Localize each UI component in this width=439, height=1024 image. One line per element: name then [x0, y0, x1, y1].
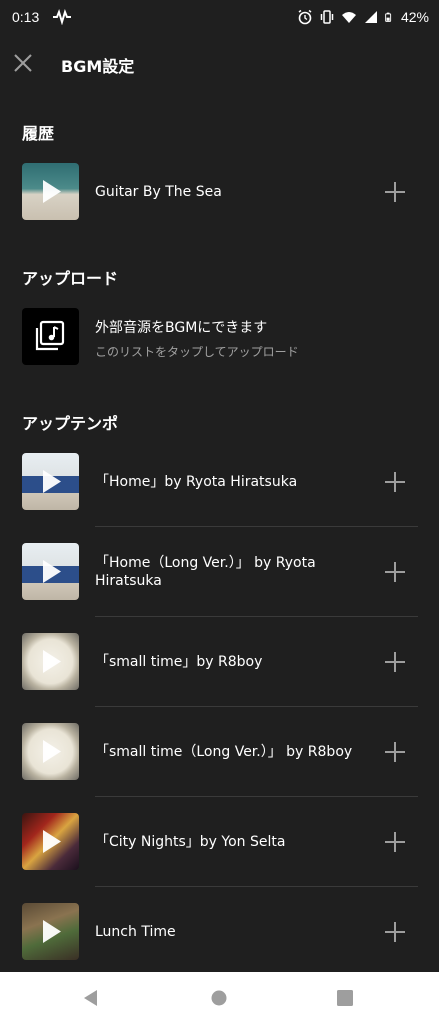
add-icon[interactable] — [383, 830, 407, 854]
wifi-icon — [341, 12, 356, 23]
play-icon — [43, 650, 61, 673]
upload-thumbnail — [22, 308, 79, 365]
track-thumbnail — [22, 813, 79, 870]
track-thumbnail — [22, 723, 79, 780]
header: BGM設定 — [0, 40, 439, 86]
recents-icon[interactable] — [337, 990, 353, 1006]
section-title-up-tempo: アップテンポ — [22, 414, 119, 433]
track-title: 「Home（Long Ver.）」 by Ryota Hiratsuka — [95, 555, 316, 589]
navigation-bar — [0, 972, 439, 1024]
back-icon[interactable] — [82, 989, 100, 1007]
track-title: Guitar By The Sea — [95, 184, 222, 200]
track-thumbnail — [22, 903, 79, 960]
home-icon[interactable] — [211, 990, 227, 1006]
battery-icon — [385, 12, 392, 22]
track-thumbnail — [22, 453, 79, 510]
list-item[interactable]: 「small time」by R8boy — [0, 617, 439, 707]
track-thumbnail — [22, 633, 79, 690]
battery-percent: 42% — [400, 9, 429, 25]
vibrate-icon — [320, 10, 334, 24]
activity-wave-icon — [53, 9, 71, 25]
music-library-icon — [35, 320, 65, 351]
upload-subtitle: このリストをタップしてアップロード — [95, 345, 299, 359]
add-icon[interactable] — [383, 470, 407, 494]
add-icon[interactable] — [383, 650, 407, 674]
section-title-upload: アップロード — [22, 269, 119, 288]
list-item[interactable]: 「Home（Long Ver.）」 by Ryota Hiratsuka — [0, 527, 439, 617]
upload-title: 外部音源をBGMにできます — [95, 320, 268, 336]
section-title-history: 履歴 — [22, 124, 55, 143]
status-time: 0:13 — [12, 9, 40, 25]
upload-item[interactable]: 外部音源をBGMにできます このリストをタップしてアップロード — [0, 292, 439, 382]
track-title: 「Home」by Ryota Hiratsuka — [95, 474, 298, 490]
play-icon — [43, 560, 61, 583]
track-title: 「small time」by R8boy — [95, 654, 263, 670]
status-icons: 42% — [297, 7, 429, 27]
add-icon[interactable] — [383, 180, 407, 204]
signal-icon — [364, 11, 377, 23]
play-icon — [43, 740, 61, 763]
list-item[interactable]: Lunch Time — [0, 887, 439, 977]
add-icon[interactable] — [383, 560, 407, 584]
list-item[interactable]: 「Home」by Ryota Hiratsuka — [0, 437, 439, 527]
status-bar: 0:13 42% — [0, 0, 439, 34]
alarm-icon — [298, 9, 312, 25]
list-item[interactable]: 「City Nights」by Yon Selta — [0, 797, 439, 887]
list-item[interactable]: Guitar By The Sea — [0, 147, 439, 237]
play-icon — [43, 830, 61, 853]
track-thumbnail — [22, 543, 79, 600]
play-icon — [43, 470, 61, 493]
track-title: Lunch Time — [95, 924, 176, 940]
track-title: 「small time（Long Ver.）」 by R8boy — [95, 744, 353, 760]
add-icon[interactable] — [383, 920, 407, 944]
page-title: BGM設定 — [61, 57, 135, 76]
track-thumbnail — [22, 163, 79, 220]
play-icon — [43, 180, 61, 203]
add-icon[interactable] — [383, 740, 407, 764]
list-item[interactable]: 「small time（Long Ver.）」 by R8boy — [0, 707, 439, 797]
close-icon[interactable] — [10, 50, 36, 76]
track-title: 「City Nights」by Yon Selta — [95, 834, 286, 850]
play-icon — [43, 920, 61, 943]
